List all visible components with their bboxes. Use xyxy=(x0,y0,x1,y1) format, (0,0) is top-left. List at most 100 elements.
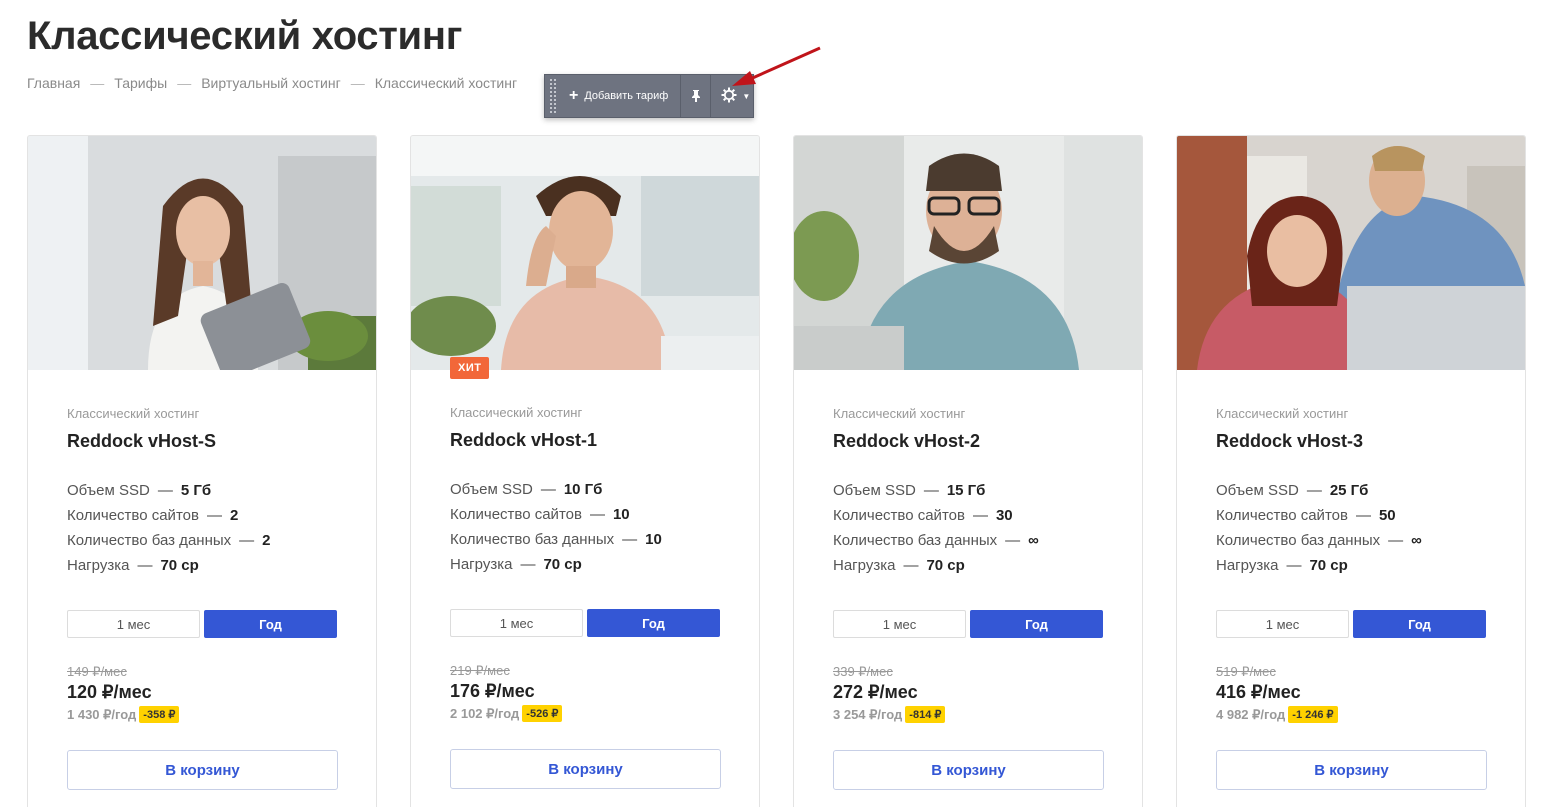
card-category: Классический хостинг xyxy=(833,406,966,421)
plan-name: Reddock vHost-S xyxy=(67,431,217,451)
spec-row: Количество баз данных — ∞ xyxy=(833,532,1039,549)
plus-icon: + xyxy=(569,87,579,104)
spec-label: Количество сайтов xyxy=(833,507,965,524)
period-toggle: 1 мес Год xyxy=(67,610,337,638)
breadcrumb-item-current: Классический хостинг xyxy=(374,75,518,91)
add-to-cart-button[interactable]: В корзину xyxy=(1216,750,1487,790)
spec-row: Нагрузка —70 cp xyxy=(833,557,965,574)
spec-value: 70 cp xyxy=(926,557,965,574)
add-tariff-button[interactable]: + Добавить тариф xyxy=(557,75,682,117)
price: 176 ₽/мес xyxy=(450,681,535,701)
period-year-button[interactable]: Год xyxy=(587,609,720,637)
period-month-button[interactable]: 1 мес xyxy=(833,610,966,638)
plan-name: Reddock vHost-3 xyxy=(1216,431,1364,451)
spec-label: Нагрузка xyxy=(1216,557,1279,574)
breadcrumb-separator: — xyxy=(90,75,105,91)
spec-label: Количество сайтов xyxy=(450,506,582,523)
spec-list: Объем SSD —5 Гб Количество сайтов —2 Колич… xyxy=(67,478,337,578)
old-price: 219 ₽/мес xyxy=(450,663,510,678)
add-tariff-label: Добавить тариф xyxy=(584,90,669,102)
year-price-row: 3 254 ₽/год -814 ₽ xyxy=(833,706,946,723)
spec-row: Объем SSD —5 Гб xyxy=(67,482,212,499)
spec-row: Нагрузка —70 cp xyxy=(1216,557,1348,574)
year-price: 4 982 ₽/год xyxy=(1216,706,1286,722)
add-to-cart-button[interactable]: В корзину xyxy=(833,750,1104,790)
period-month-button[interactable]: 1 мес xyxy=(450,609,583,637)
year-price: 2 102 ₽/год xyxy=(450,705,520,721)
card-photo xyxy=(1177,136,1525,370)
spec-label: Нагрузка xyxy=(450,556,513,573)
spec-value: 15 Гб xyxy=(946,482,986,499)
add-to-cart-button[interactable]: В корзину xyxy=(450,749,721,789)
year-price-row: 4 982 ₽/год -1 246 ₽ xyxy=(1216,706,1338,723)
card-category: Классический хостинг xyxy=(450,405,583,420)
period-year-button[interactable]: Год xyxy=(970,610,1103,638)
spec-row: Количество баз данных —2 xyxy=(67,532,271,549)
spec-value: 25 Гб xyxy=(1329,482,1369,499)
year-price: 3 254 ₽/год xyxy=(833,706,903,722)
spec-row: Количество сайтов —50 xyxy=(1216,507,1396,524)
spec-value: 70 cp xyxy=(1309,557,1348,574)
spec-row: Количество сайтов —2 xyxy=(67,507,239,524)
discount-badge: -1 246 ₽ xyxy=(1288,706,1338,723)
card-category: Классический хостинг xyxy=(67,406,200,421)
spec-label: Объем SSD xyxy=(450,481,533,498)
spec-value: 70 cp xyxy=(160,557,199,574)
breadcrumb-item-tariffs[interactable]: Тарифы xyxy=(114,75,167,91)
spec-label: Количество баз данных xyxy=(67,532,232,549)
price: 416 ₽/мес xyxy=(1216,682,1301,702)
spec-value: 5 Гб xyxy=(180,482,212,499)
drag-handle-icon[interactable] xyxy=(549,78,557,114)
discount-badge: -358 ₽ xyxy=(139,706,180,723)
spec-label: Объем SSD xyxy=(1216,482,1299,499)
spec-row: Объем SSD —25 Гб xyxy=(1216,482,1369,499)
period-month-button[interactable]: 1 мес xyxy=(1216,610,1349,638)
spec-list: Объем SSD —25 Гб Количество сайтов —50 Кол… xyxy=(1216,478,1486,578)
card-photo xyxy=(411,136,759,370)
spec-list: Объем SSD —10 Гб Количество сайтов —10 Кол… xyxy=(450,477,720,577)
spec-row: Нагрузка —70 cp xyxy=(450,556,582,573)
tariff-card: Классический хостинг Reddock vHost-S Объ… xyxy=(27,135,377,807)
spec-value: 50 xyxy=(1378,507,1396,524)
old-price: 339 ₽/мес xyxy=(833,664,893,679)
discount-badge: -814 ₽ xyxy=(905,706,946,723)
year-price: 1 430 ₽/год xyxy=(67,706,137,722)
spec-value: 2 xyxy=(262,532,271,549)
hit-badge: ХИТ xyxy=(450,357,490,379)
plan-name: Reddock vHost-1 xyxy=(450,430,598,450)
spec-row: Объем SSD —15 Гб xyxy=(833,482,986,499)
spec-value: 70 cp xyxy=(543,556,582,573)
card-photo xyxy=(794,136,1142,370)
year-price-row: 1 430 ₽/год -358 ₽ xyxy=(67,706,180,723)
spec-value: 10 Гб xyxy=(563,481,603,498)
spec-label: Количество баз данных xyxy=(1216,532,1381,549)
spec-row: Объем SSD —10 Гб xyxy=(450,481,603,498)
period-month-button[interactable]: 1 мес xyxy=(67,610,200,638)
period-year-button[interactable]: Год xyxy=(1353,610,1486,638)
card-category: Классический хостинг xyxy=(1216,406,1349,421)
breadcrumb-separator: — xyxy=(177,75,192,91)
period-year-button[interactable]: Год xyxy=(204,610,337,638)
price: 272 ₽/мес xyxy=(833,682,918,702)
spec-value: 2 xyxy=(229,507,239,524)
breadcrumb-item-virtual-hosting[interactable]: Виртуальный хостинг xyxy=(201,75,341,91)
period-toggle: 1 мес Год xyxy=(1216,610,1486,638)
spec-value: ∞ xyxy=(1028,532,1039,549)
price: 120 ₽/мес xyxy=(67,682,152,702)
plan-name: Reddock vHost-2 xyxy=(833,431,981,451)
pin-icon[interactable] xyxy=(681,75,712,117)
breadcrumb-separator: — xyxy=(350,75,365,91)
spec-label: Количество баз данных xyxy=(450,531,615,548)
tariff-card: Классический хостинг Reddock vHost-2 Объ… xyxy=(793,135,1143,807)
tariff-card: ХИТ Классический хостинг Reddock vHost-1… xyxy=(410,135,760,807)
breadcrumb-item-home[interactable]: Главная xyxy=(27,75,80,91)
spec-row: Количество баз данных —10 xyxy=(450,531,662,548)
spec-label: Количество баз данных xyxy=(833,532,998,549)
add-to-cart-button[interactable]: В корзину xyxy=(67,750,338,790)
page-title: Классический хостинг xyxy=(27,14,463,58)
tariff-card: Классический хостинг Reddock vHost-3 Объ… xyxy=(1176,135,1526,807)
spec-label: Количество сайтов xyxy=(67,507,199,524)
spec-label: Количество сайтов xyxy=(1216,507,1348,524)
spec-row: Нагрузка —70 cp xyxy=(67,557,199,574)
period-toggle: 1 мес Год xyxy=(450,609,720,637)
